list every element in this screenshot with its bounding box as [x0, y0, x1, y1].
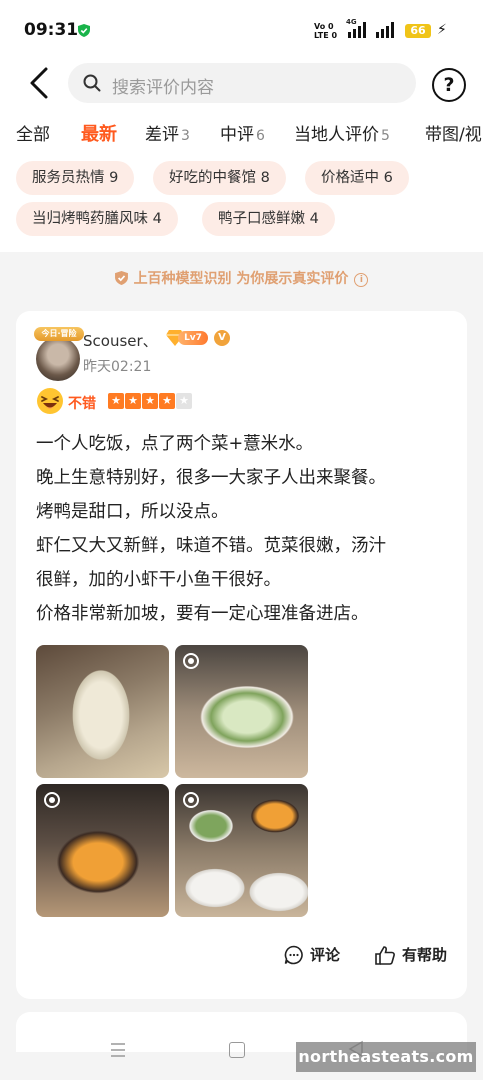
search-placeholder: 搜索评价内容 [112, 78, 214, 98]
review-line: 晚上生意特别好，很多一大家子人出来聚餐。 [36, 468, 386, 488]
review-photo-drink[interactable] [36, 645, 169, 778]
tab-all[interactable]: 全部 [16, 120, 50, 145]
home-icon[interactable] [229, 1042, 245, 1058]
shield-check-icon [78, 24, 90, 37]
tab-count: 3 [181, 128, 190, 144]
helpful-button[interactable]: 有帮助 [374, 944, 447, 965]
star-filled-icon: ★ [108, 393, 124, 409]
tab-label: 带图/视 [425, 125, 482, 145]
net-label-bottom: LTE 0 [314, 31, 338, 40]
watermark: northeasteats.com [296, 1042, 476, 1072]
tab-label: 中评 [220, 125, 254, 145]
comment-button[interactable]: 评论 [284, 944, 340, 965]
thumbs-up-icon [375, 946, 395, 965]
star-filled-icon: ★ [159, 393, 175, 409]
signal-icon [348, 22, 366, 38]
status-time: 09:31 [24, 20, 79, 40]
battery-icon: 66 [405, 24, 431, 38]
review-photo-table[interactable] [175, 784, 308, 917]
tab-label: 差评 [145, 125, 179, 145]
status-bar: 09:31 Vo 0 LTE 0 4G 66 ⚡ [0, 0, 483, 58]
username[interactable]: Scouser、 [83, 330, 158, 351]
tag-chip[interactable]: 好吃的中餐馆 8 [153, 161, 286, 195]
network-label: Vo 0 LTE 0 [314, 22, 337, 40]
tab-latest[interactable]: 最新 [81, 120, 117, 146]
live-photo-icon [183, 792, 199, 808]
tag-chip[interactable]: 当归烤鸭药膳风味 4 [16, 202, 178, 236]
review-line: 虾仁又大又新鲜，味道不错。苋菜很嫩，汤汁 [36, 536, 386, 556]
tab-negative[interactable]: 差评 3 [145, 120, 190, 145]
charging-icon: ⚡ [437, 22, 447, 38]
live-photo-icon [44, 792, 60, 808]
review-line: 价格非常新加坡，要有一定心理准备进店。 [36, 604, 369, 624]
avatar[interactable]: 今日·冒险 [34, 327, 84, 387]
review-text: 一个人吃饭，点了两个菜+薏米水。 晚上生意特别好，很多一大家子人出来聚餐。 烤鸭… [36, 427, 456, 631]
tab-with-photos[interactable]: 带图/视 [425, 120, 482, 145]
avatar-image [36, 337, 80, 381]
review-line: 很鲜，加的小虾干小鱼干很好。 [36, 570, 281, 590]
recent-apps-icon[interactable] [110, 1042, 126, 1058]
tag-chip[interactable]: 服务员热情 9 [16, 161, 135, 195]
search-icon [83, 74, 101, 92]
tab-count: 5 [381, 128, 390, 144]
search-input[interactable]: 搜索评价内容 [68, 63, 416, 103]
helpful-label: 有帮助 [402, 946, 448, 964]
review-line: 一个人吃饭，点了两个菜+薏米水。 [36, 434, 314, 454]
info-icon[interactable]: i [354, 273, 369, 287]
star-rating: ★ ★ ★ ★ ★ [108, 393, 193, 412]
star-filled-icon: ★ [125, 393, 141, 409]
help-button[interactable]: ? [432, 68, 466, 102]
banner-text: 上百种模型识别 为你展示真实评价 [133, 271, 349, 287]
authenticity-banner: 上百种模型识别 为你展示真实评价 i [0, 268, 483, 300]
review-line: 烤鸭是甜口，所以没点。 [36, 502, 229, 522]
tab-neutral[interactable]: 中评 6 [220, 120, 265, 145]
star-empty-icon: ★ [176, 393, 192, 409]
comment-icon [284, 945, 303, 965]
tab-label: 全部 [16, 125, 50, 145]
net-label-top: Vo 0 [314, 22, 334, 31]
filter-tabs: 全部 最新 差评 3 中评 6 当地人评价 5 带图/视 [0, 120, 483, 150]
rating-label: 不错 [68, 396, 96, 412]
avatar-badge: 今日·冒险 [34, 327, 84, 341]
review-photo-shrimp[interactable] [36, 784, 169, 917]
tab-local[interactable]: 当地人评价 5 [294, 120, 390, 145]
signal-icon-2 [376, 22, 394, 38]
tag-chip[interactable]: 鸭子口感鲜嫩 4 [202, 202, 335, 236]
shield-icon [114, 271, 128, 285]
tag-chip[interactable]: 价格适中 6 [305, 161, 409, 195]
tab-count: 6 [256, 128, 265, 144]
star-filled-icon: ★ [142, 393, 158, 409]
review-time: 昨天02:21 [83, 359, 152, 375]
live-photo-icon [183, 653, 199, 669]
review-card: 今日·冒险 Scouser、 Lv7 V 昨天02:21 不错 ★ ★ ★ ★ ★ 一个… [16, 311, 467, 999]
review-photo-soup[interactable] [175, 645, 308, 778]
comment-label: 评论 [310, 946, 341, 964]
tab-label: 当地人评价 [294, 125, 379, 145]
level-badge: Lv7 [178, 331, 208, 345]
laughing-emoji-icon [37, 388, 63, 414]
tab-label: 最新 [81, 124, 117, 145]
verified-badge: V [214, 330, 230, 346]
back-arrow-icon[interactable] [26, 66, 56, 100]
